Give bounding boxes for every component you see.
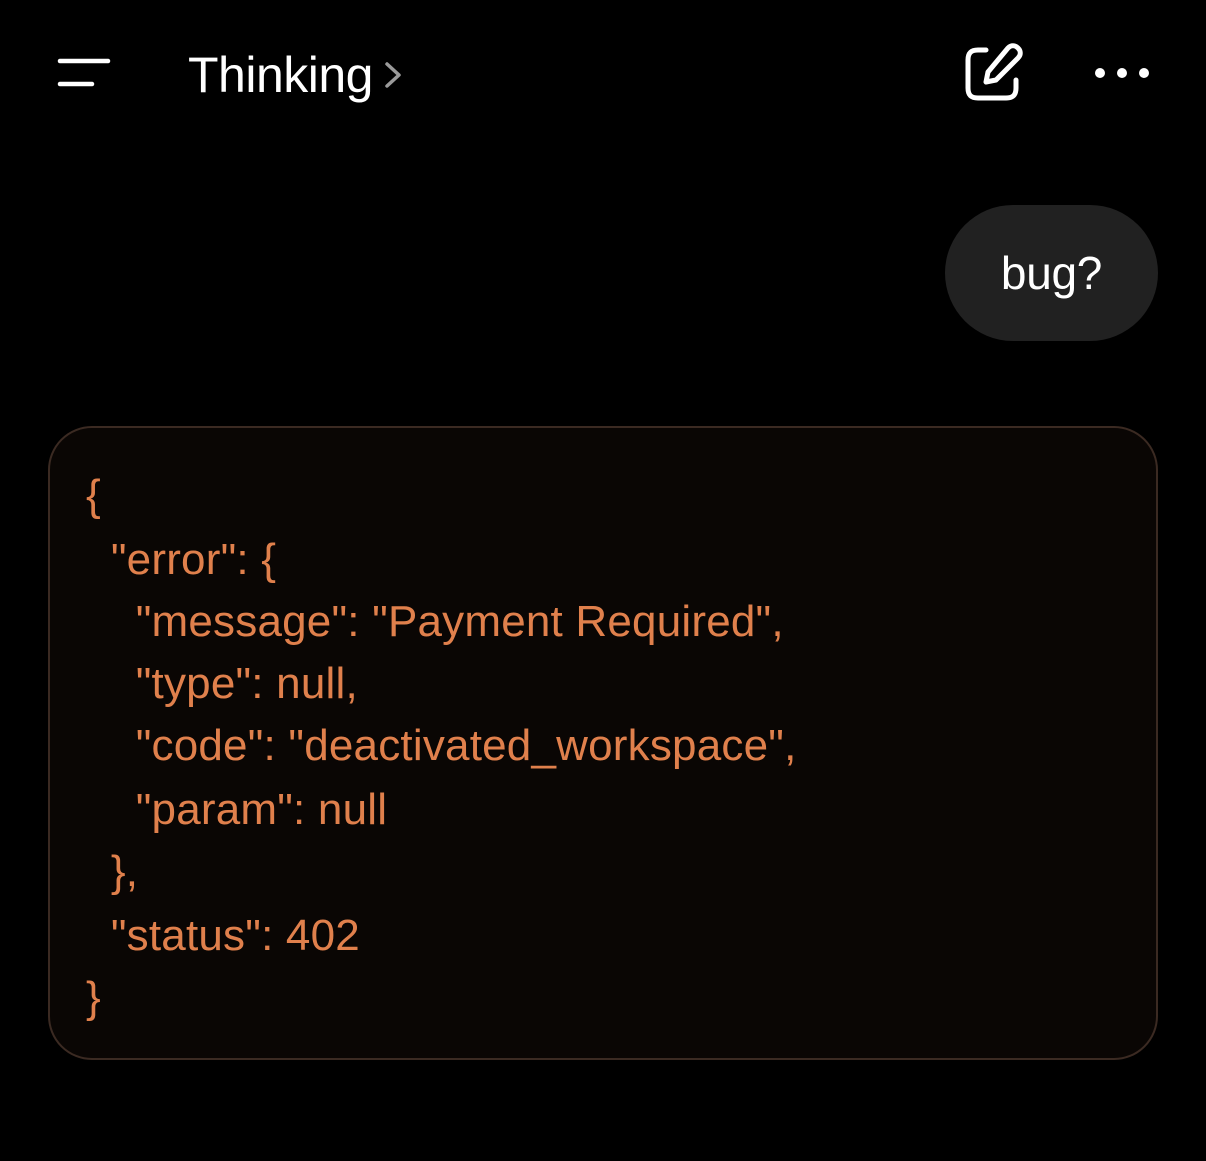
code-line: "error": { (86, 535, 277, 584)
code-line: "code": "deactivated_workspace", (86, 721, 797, 770)
code-line: } (86, 973, 101, 1022)
model-selector[interactable]: Thinking (188, 40, 405, 110)
code-block: { "error": { "message": "Payment Require… (48, 426, 1158, 1060)
code-line: "param": null (86, 785, 388, 834)
page-title: Thinking (188, 47, 374, 103)
compose-icon[interactable] (956, 38, 1028, 110)
chevron-right-icon (385, 62, 401, 88)
more-dots-icon[interactable] (1088, 50, 1158, 96)
code-line: "message": "Payment Required", (86, 597, 784, 646)
user-message-bubble: bug? (945, 205, 1158, 341)
code-line: }, (86, 847, 139, 896)
code-line: { (86, 471, 101, 520)
hamburger-menu-icon[interactable] (52, 50, 114, 96)
top-bar: Thinking (0, 0, 1206, 150)
code-line: "status": 402 (86, 911, 360, 960)
user-message-text: bug? (1000, 247, 1103, 299)
code-line: "type": null, (86, 659, 358, 708)
